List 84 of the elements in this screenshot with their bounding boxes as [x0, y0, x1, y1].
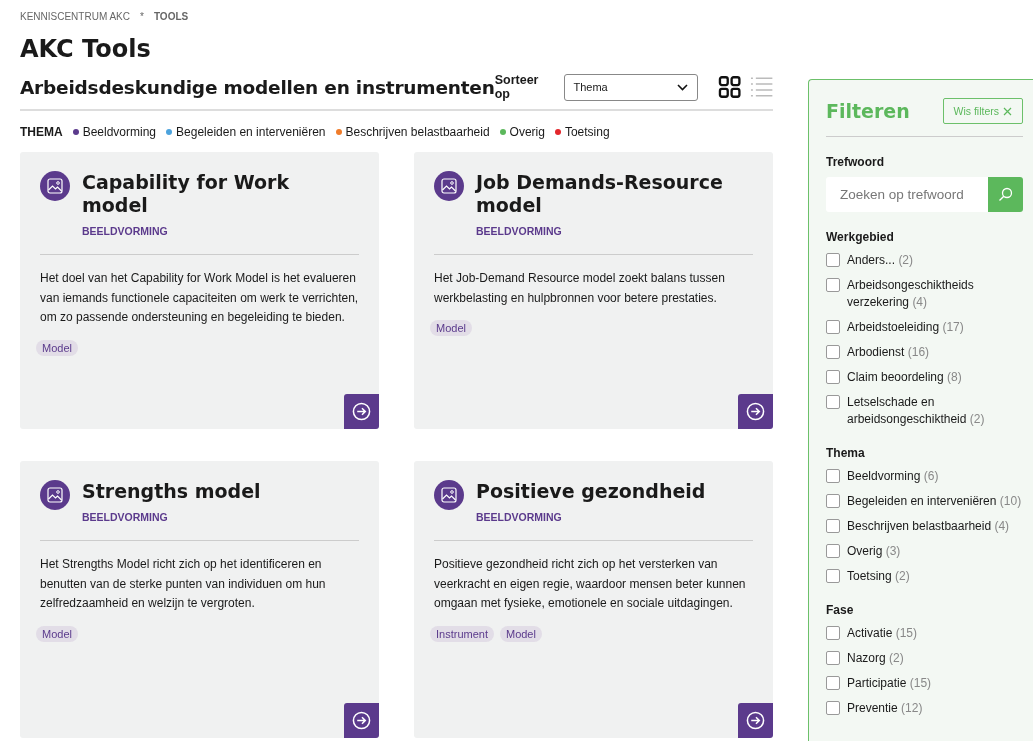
checkbox[interactable]: [826, 519, 840, 533]
checkbox[interactable]: [826, 395, 840, 409]
filter-option[interactable]: Nazorg (2): [847, 650, 904, 667]
card-description: Het doel van het Capability for Work Model is het evalueren van iemands functionele capaciteiten om werk te verrichten, om zo passende ondersteuning en begeleiding te bieden.: [40, 270, 359, 326]
arrow-circle-icon: [352, 402, 371, 421]
checkbox[interactable]: [826, 345, 840, 359]
filter-option[interactable]: Arbeidsongeschiktheids verzekering (4): [847, 277, 1023, 311]
filter-option[interactable]: Anders... (2): [847, 252, 914, 269]
card-title: Positieve gezondheid: [476, 480, 706, 503]
filter-option[interactable]: Preventie (12): [847, 700, 923, 717]
card-category: BEELDVORMING: [82, 225, 168, 237]
breadcrumb-item[interactable]: KENNISCENTRUM AKC: [20, 11, 130, 22]
legend-item: Overig: [509, 125, 545, 139]
card-title: Capability for Work model: [82, 171, 291, 217]
tag-label: Instrument: [430, 625, 494, 642]
checkbox[interactable]: [826, 370, 840, 384]
checkbox[interactable]: [826, 701, 840, 715]
open-card-button[interactable]: [344, 394, 379, 429]
arrow-circle-icon: [352, 711, 371, 730]
arrow-circle-icon: [746, 402, 765, 421]
card-title: Job Demands-Resource model: [476, 171, 724, 217]
image-icon: [434, 480, 464, 510]
card-description: Positieve gezondheid richt zich op het versterken van veerkracht en eigen regie, waardoor mensen beter kunnen omgaan met fysieke, emotionele en sociale uitdagingen.: [434, 556, 747, 612]
filter-option[interactable]: Activatie (15): [847, 625, 918, 642]
checkbox[interactable]: [826, 469, 840, 483]
filter-option[interactable]: Participatie (15): [847, 675, 932, 692]
page-title: AKC Tools: [20, 35, 152, 63]
checkbox[interactable]: [826, 626, 840, 640]
checkbox[interactable]: [826, 569, 840, 583]
grid-view-icon[interactable]: [718, 75, 742, 99]
filter-group-label: Thema: [826, 446, 866, 460]
arrow-circle-icon: [746, 711, 765, 730]
filter-option[interactable]: Letselschade en arbeidsongeschiktheid (2): [847, 394, 1023, 428]
filter-option[interactable]: Overig (3): [847, 543, 901, 560]
open-card-button[interactable]: [738, 394, 773, 429]
list-view-icon[interactable]: [749, 75, 773, 99]
image-icon: [40, 171, 70, 201]
image-icon: [40, 480, 70, 510]
checkbox[interactable]: [826, 544, 840, 558]
breadcrumb-item: TOOLS: [153, 11, 189, 22]
filter-option[interactable]: Claim beoordeling (8): [847, 369, 962, 386]
card-title: Strengths model: [82, 480, 261, 503]
legend-item: Begeleiden en interveniëren: [176, 125, 326, 139]
close-icon: [1003, 106, 1012, 116]
checkbox[interactable]: [826, 676, 840, 690]
breadcrumb-separator: *: [140, 11, 144, 22]
sort-label: Sorteer op: [494, 73, 540, 101]
checkbox[interactable]: [826, 651, 840, 665]
image-icon: [434, 171, 464, 201]
filter-option[interactable]: Beeldvorming (6): [847, 468, 939, 485]
chevron-down-icon: [677, 83, 689, 91]
keyword-search-field[interactable]: Zoeken op trefwoord: [826, 177, 988, 212]
legend-item: Beeldvorming: [82, 125, 157, 139]
card-category: BEELDVORMING: [476, 511, 562, 523]
checkbox[interactable]: [826, 253, 840, 267]
keyword-label: Trefwoord: [826, 155, 885, 169]
checkbox[interactable]: [826, 320, 840, 334]
tag-label: Model: [36, 625, 78, 642]
card-category: BEELDVORMING: [476, 225, 562, 237]
filter-option[interactable]: Arbeidstoeleiding (17): [847, 319, 964, 336]
filter-option[interactable]: Beschrijven belastbaarheid (4): [847, 518, 1010, 535]
legend-item: Toetsing: [564, 125, 610, 139]
filter-group-label: Werkgebied: [826, 230, 895, 244]
legend-label: THEMA: [20, 125, 63, 139]
legend-item: Beschrijven belastbaarheid: [345, 125, 490, 139]
card-description: Het Strengths Model richt zich op het identificeren en benutten van de sterke punten van individuen om hun zelfredzaamheid en welzijn te vergroten.: [40, 556, 327, 612]
tag-label: Model: [36, 339, 78, 356]
filter-option[interactable]: Toetsing (2): [847, 568, 910, 585]
section-title: Arbeidsdeskundige modellen en instrumenten: [20, 76, 495, 98]
tag-label: Model: [430, 320, 472, 336]
filter-group-label: Fase: [826, 603, 855, 617]
filter-option[interactable]: Begeleiden en interveniëren (10): [847, 493, 1022, 510]
checkbox[interactable]: [826, 494, 840, 508]
sort-dropdown[interactable]: Thema: [563, 73, 699, 101]
tag-label: Model: [499, 625, 542, 642]
search-icon: [998, 187, 1013, 202]
search-button[interactable]: [988, 177, 1023, 212]
open-card-button[interactable]: [344, 703, 379, 738]
filter-title: Filteren: [826, 100, 910, 122]
card-category: BEELDVORMING: [82, 511, 168, 523]
checkbox[interactable]: [826, 278, 840, 292]
open-card-button[interactable]: [738, 703, 773, 738]
filter-option[interactable]: Arbodienst (16): [847, 344, 930, 361]
card-description: Het Job-Demand Resource model zoekt balans tussen werkbelasting en hulpbronnen voor betere prestaties.: [434, 270, 726, 307]
